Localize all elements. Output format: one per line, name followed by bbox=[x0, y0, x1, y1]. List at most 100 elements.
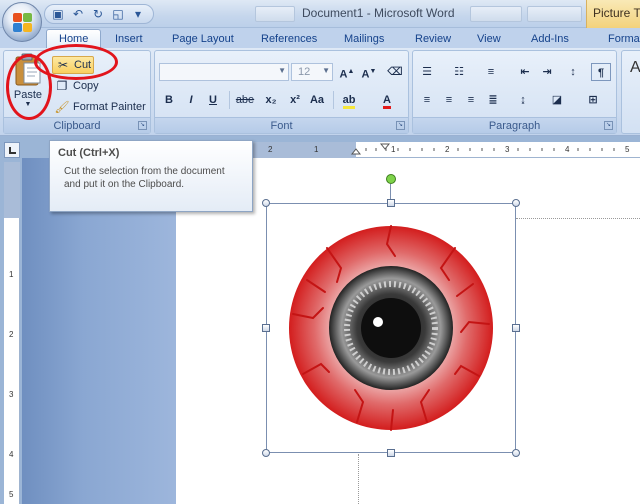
underline-button[interactable]: U bbox=[203, 91, 223, 109]
increase-indent-icon[interactable]: ⇥ bbox=[537, 63, 557, 81]
separator bbox=[333, 91, 334, 109]
picture-tools-header: Picture To bbox=[586, 0, 640, 28]
font-size-value: 12 bbox=[298, 66, 311, 78]
copy-icon: ❐ bbox=[56, 79, 68, 93]
ribbon-tabs: Home Insert Page Layout References Maili… bbox=[0, 28, 640, 49]
resize-handle-ne[interactable] bbox=[512, 199, 520, 207]
superscript-button[interactable]: x² bbox=[285, 91, 305, 109]
blurred-taskbar-item bbox=[470, 6, 522, 22]
vertical-ruler[interactable]: 1 2 3 4 5 bbox=[4, 162, 20, 504]
chevron-down-icon: ▼ bbox=[322, 66, 330, 75]
numbering-icon[interactable]: ☷ bbox=[449, 63, 469, 81]
subscript-button[interactable]: x₂ bbox=[261, 91, 281, 109]
format-painter-label: Format Painter bbox=[73, 101, 146, 113]
window-title: Document1 - Microsoft Word bbox=[302, 6, 455, 20]
ruler-number: 5 bbox=[9, 490, 14, 499]
redo-icon[interactable]: ↻ bbox=[91, 7, 105, 21]
bold-button[interactable]: B bbox=[159, 91, 179, 109]
annotation-oval-cut bbox=[34, 44, 118, 80]
undo-icon[interactable]: ↶ bbox=[71, 7, 85, 21]
resize-handle-se[interactable] bbox=[512, 449, 520, 457]
ruler-number: 1 bbox=[391, 145, 396, 154]
tab-format[interactable]: Format bbox=[608, 30, 640, 48]
ruler-number: 4 bbox=[9, 450, 14, 459]
align-left-icon[interactable]: ≡ bbox=[417, 91, 437, 109]
font-group: ▼ 12 ▼ A▲ A▼ ⌫ B I U abe x₂ x² Aa ab A F… bbox=[154, 50, 409, 134]
print-preview-icon[interactable]: ◱ bbox=[111, 7, 125, 21]
ruler-number: 1 bbox=[314, 145, 319, 154]
dialog-launcher-icon[interactable]: ↘ bbox=[138, 121, 147, 130]
dialog-launcher-icon[interactable]: ↘ bbox=[604, 121, 613, 130]
line-spacing-icon[interactable]: ↨ bbox=[513, 91, 533, 109]
format-painter-button[interactable]: 🖌 Format Painter bbox=[54, 99, 146, 115]
copy-button[interactable]: ❐ Copy bbox=[54, 78, 99, 94]
tab-page-layout[interactable]: Page Layout bbox=[172, 30, 234, 48]
tab-view[interactable]: View bbox=[477, 30, 501, 48]
show-formatting-icon[interactable]: ¶ bbox=[591, 63, 611, 81]
resize-handle-nw[interactable] bbox=[262, 199, 270, 207]
resize-handle-sw[interactable] bbox=[262, 449, 270, 457]
resize-handle-s[interactable] bbox=[387, 449, 395, 457]
chevron-down-icon: ▼ bbox=[278, 66, 286, 75]
ruler-number: 5 bbox=[625, 145, 630, 154]
tab-mailings[interactable]: Mailings bbox=[344, 30, 384, 48]
font-name-combo[interactable]: ▼ bbox=[159, 63, 289, 81]
tooltip-body: Cut the selection from the document and … bbox=[64, 166, 225, 190]
shading-icon[interactable]: ◪ bbox=[547, 91, 567, 109]
align-right-icon[interactable]: ≡ bbox=[461, 91, 481, 109]
cut-tooltip: Cut (Ctrl+X) Cut the selection from the … bbox=[49, 140, 253, 212]
ruler-number: 2 bbox=[268, 145, 273, 154]
selected-picture[interactable] bbox=[266, 203, 516, 453]
change-case-button[interactable]: Aa bbox=[307, 91, 327, 109]
margin-guide bbox=[516, 218, 640, 219]
dialog-launcher-icon[interactable]: ↘ bbox=[396, 121, 405, 130]
margin-guide bbox=[358, 454, 359, 504]
office-button[interactable] bbox=[2, 2, 42, 42]
paragraph-group-label: Paragraph bbox=[413, 117, 616, 133]
highlight-icon[interactable]: ab bbox=[339, 91, 359, 109]
blurred-taskbar-item bbox=[527, 6, 582, 22]
ruler-number: 2 bbox=[445, 145, 450, 154]
clear-formatting-icon[interactable]: ⌫ bbox=[385, 63, 405, 81]
tab-references[interactable]: References bbox=[261, 30, 317, 48]
strikethrough-button[interactable]: abe bbox=[235, 91, 255, 109]
customize-qat-icon[interactable]: ▾ bbox=[131, 7, 145, 21]
separator bbox=[229, 91, 230, 109]
multilevel-list-icon[interactable]: ≡ bbox=[481, 63, 501, 81]
shrink-font-icon[interactable]: A▼ bbox=[359, 63, 379, 81]
italic-button[interactable]: I bbox=[181, 91, 201, 109]
rotate-handle[interactable] bbox=[386, 174, 396, 184]
justify-icon[interactable]: ≣ bbox=[483, 91, 503, 109]
ruler-number: 1 bbox=[9, 270, 14, 279]
resize-handle-w[interactable] bbox=[262, 324, 270, 332]
resize-handle-n[interactable] bbox=[387, 199, 395, 207]
copy-label: Copy bbox=[73, 80, 99, 92]
bullets-icon[interactable]: ☰ bbox=[417, 63, 437, 81]
style-gallery-icon[interactable]: A bbox=[630, 59, 640, 77]
resize-handle-e[interactable] bbox=[512, 324, 520, 332]
borders-icon[interactable]: ⊞ bbox=[583, 91, 603, 109]
tooltip-title: Cut (Ctrl+X) bbox=[58, 147, 120, 159]
decrease-indent-icon[interactable]: ⇤ bbox=[515, 63, 535, 81]
tab-insert[interactable]: Insert bbox=[115, 30, 143, 48]
font-color-icon[interactable]: A bbox=[377, 91, 397, 109]
grow-font-icon[interactable]: A▲ bbox=[337, 63, 357, 81]
ruler-margin bbox=[4, 162, 20, 218]
ruler-number: 2 bbox=[9, 330, 14, 339]
styles-group: A bbox=[621, 50, 640, 134]
tab-review[interactable]: Review bbox=[415, 30, 451, 48]
tab-add-ins[interactable]: Add-Ins bbox=[531, 30, 569, 48]
bloodshot-eye-image bbox=[289, 225, 493, 431]
office-logo-icon bbox=[13, 13, 33, 33]
font-size-combo[interactable]: 12 ▼ bbox=[291, 63, 333, 81]
sort-icon[interactable]: ↕ bbox=[563, 63, 583, 81]
tab-selector-button[interactable] bbox=[4, 142, 20, 158]
ruler-number: 3 bbox=[505, 145, 510, 154]
save-icon[interactable]: ▣ bbox=[51, 7, 65, 21]
quick-access-toolbar: ▣ ↶ ↻ ◱ ▾ bbox=[44, 4, 154, 24]
blurred-taskbar-item bbox=[255, 6, 295, 22]
font-group-label: Font bbox=[155, 117, 408, 133]
paragraph-group: ☰ ☷ ≡ ⇤ ⇥ ↕ ¶ ≡ ≡ ≡ ≣ ↨ ◪ ⊞ Paragraph ↘ bbox=[412, 50, 617, 134]
align-center-icon[interactable]: ≡ bbox=[439, 91, 459, 109]
format-painter-icon: 🖌 bbox=[54, 100, 70, 114]
